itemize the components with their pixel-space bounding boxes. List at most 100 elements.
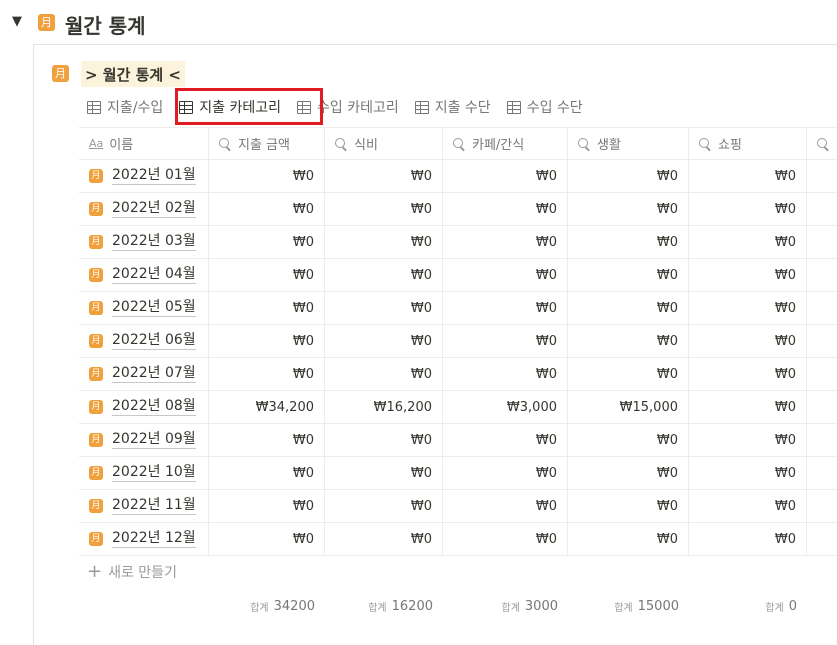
value-cell[interactable]: ₩0 bbox=[568, 226, 689, 258]
value-cell[interactable]: ₩0 bbox=[325, 325, 443, 357]
table-row[interactable]: 月 2022년 06월 ₩0 ₩0 ₩0 ₩0 ₩0 bbox=[79, 325, 837, 358]
value-cell[interactable]: ₩0 bbox=[568, 160, 689, 192]
table-row[interactable]: 月 2022년 12월 ₩0 ₩0 ₩0 ₩0 ₩0 bbox=[79, 523, 837, 556]
table-row[interactable]: 月 2022년 10월 ₩0 ₩0 ₩0 ₩0 ₩0 bbox=[79, 457, 837, 490]
value-cell[interactable]: ₩15,000 bbox=[568, 391, 689, 423]
value-cell[interactable]: ₩0 bbox=[209, 424, 325, 456]
row-title[interactable]: 2022년 05월 bbox=[112, 299, 196, 317]
value-cell[interactable]: ₩0 bbox=[209, 292, 325, 324]
row-name-cell[interactable]: 月 2022년 07월 bbox=[79, 358, 209, 390]
value-cell[interactable]: ₩0 bbox=[568, 325, 689, 357]
row-name-cell[interactable]: 月 2022년 10월 bbox=[79, 457, 209, 489]
table-row[interactable]: 月 2022년 05월 ₩0 ₩0 ₩0 ₩0 ₩0 bbox=[79, 292, 837, 325]
value-cell[interactable]: ₩0 bbox=[689, 523, 807, 555]
value-cell[interactable]: ₩0 bbox=[689, 457, 807, 489]
row-name-cell[interactable]: 月 2022년 04월 bbox=[79, 259, 209, 291]
value-cell[interactable]: ₩0 bbox=[443, 325, 568, 357]
column-header-truncated[interactable] bbox=[807, 128, 837, 159]
value-cell[interactable]: ₩0 bbox=[325, 292, 443, 324]
value-cell[interactable]: ₩0 bbox=[689, 193, 807, 225]
collapse-toggle-icon[interactable]: ▼ bbox=[12, 14, 22, 29]
column-header-expense-total[interactable]: 지출 금액 bbox=[209, 128, 325, 159]
new-row-button[interactable]: + 새로 만들기 bbox=[87, 562, 177, 582]
value-cell[interactable]: ₩0 bbox=[443, 457, 568, 489]
value-cell[interactable]: ₩0 bbox=[209, 226, 325, 258]
value-cell[interactable]: ₩0 bbox=[209, 523, 325, 555]
value-cell[interactable]: ₩0 bbox=[325, 424, 443, 456]
value-cell-truncated[interactable] bbox=[807, 457, 837, 489]
value-cell[interactable]: ₩0 bbox=[689, 226, 807, 258]
value-cell[interactable]: ₩0 bbox=[325, 259, 443, 291]
value-cell[interactable]: ₩0 bbox=[325, 160, 443, 192]
column-header-cafe-snack[interactable]: 카페/간식 bbox=[443, 128, 568, 159]
row-title[interactable]: 2022년 12월 bbox=[112, 530, 196, 548]
table-row[interactable]: 月 2022년 02월 ₩0 ₩0 ₩0 ₩0 ₩0 bbox=[79, 193, 837, 226]
row-name-cell[interactable]: 月 2022년 06월 bbox=[79, 325, 209, 357]
summary-cell[interactable]: 합계 15000 bbox=[568, 594, 689, 618]
row-name-cell[interactable]: 月 2022년 05월 bbox=[79, 292, 209, 324]
row-title[interactable]: 2022년 01월 bbox=[112, 167, 196, 185]
tab-income-expense[interactable]: 지출/수입 bbox=[87, 96, 163, 118]
row-name-cell[interactable]: 月 2022년 01월 bbox=[79, 160, 209, 192]
value-cell[interactable]: ₩0 bbox=[568, 193, 689, 225]
value-cell[interactable]: ₩0 bbox=[325, 226, 443, 258]
value-cell[interactable]: ₩0 bbox=[568, 457, 689, 489]
value-cell[interactable]: ₩0 bbox=[443, 523, 568, 555]
value-cell[interactable]: ₩0 bbox=[689, 490, 807, 522]
value-cell[interactable]: ₩0 bbox=[209, 259, 325, 291]
column-header-food[interactable]: 식비 bbox=[325, 128, 443, 159]
value-cell-truncated[interactable] bbox=[807, 292, 837, 324]
column-header-living[interactable]: 생활 bbox=[568, 128, 689, 159]
table-row[interactable]: 月 2022년 01월 ₩0 ₩0 ₩0 ₩0 ₩0 bbox=[79, 160, 837, 193]
value-cell[interactable]: ₩0 bbox=[689, 160, 807, 192]
summary-cell[interactable]: 합계 16200 bbox=[325, 594, 443, 618]
row-name-cell[interactable]: 月 2022년 12월 bbox=[79, 523, 209, 555]
value-cell-truncated[interactable] bbox=[807, 193, 837, 225]
value-cell-truncated[interactable] bbox=[807, 424, 837, 456]
value-cell[interactable]: ₩0 bbox=[568, 490, 689, 522]
database-title-highlight[interactable]: > 월간 통계 < bbox=[81, 61, 186, 87]
row-title[interactable]: 2022년 03월 bbox=[112, 233, 196, 251]
row-title[interactable]: 2022년 06월 bbox=[112, 332, 196, 350]
row-title[interactable]: 2022년 02월 bbox=[112, 200, 196, 218]
value-cell[interactable]: ₩0 bbox=[443, 490, 568, 522]
row-name-cell[interactable]: 月 2022년 09월 bbox=[79, 424, 209, 456]
row-title[interactable]: 2022년 10월 bbox=[112, 464, 196, 482]
row-name-cell[interactable]: 月 2022년 03월 bbox=[79, 226, 209, 258]
summary-cell[interactable]: 합계 0 bbox=[689, 594, 807, 618]
value-cell[interactable]: ₩0 bbox=[443, 226, 568, 258]
row-title[interactable]: 2022년 07월 bbox=[112, 365, 196, 383]
value-cell[interactable]: ₩0 bbox=[568, 259, 689, 291]
value-cell[interactable]: ₩0 bbox=[443, 259, 568, 291]
value-cell-truncated[interactable] bbox=[807, 160, 837, 192]
value-cell[interactable]: ₩0 bbox=[325, 490, 443, 522]
value-cell[interactable]: ₩0 bbox=[689, 325, 807, 357]
column-header-shopping[interactable]: 쇼핑 bbox=[689, 128, 807, 159]
value-cell-truncated[interactable] bbox=[807, 391, 837, 423]
summary-cell[interactable]: 합계 34200 bbox=[209, 594, 325, 618]
table-row[interactable]: 月 2022년 09월 ₩0 ₩0 ₩0 ₩0 ₩0 bbox=[79, 424, 837, 457]
value-cell[interactable]: ₩0 bbox=[209, 193, 325, 225]
value-cell[interactable]: ₩0 bbox=[325, 523, 443, 555]
row-title[interactable]: 2022년 08월 bbox=[112, 398, 196, 416]
table-row[interactable]: 月 2022년 04월 ₩0 ₩0 ₩0 ₩0 ₩0 bbox=[79, 259, 837, 292]
value-cell[interactable]: ₩0 bbox=[443, 193, 568, 225]
value-cell[interactable]: ₩0 bbox=[209, 325, 325, 357]
value-cell[interactable]: ₩0 bbox=[689, 424, 807, 456]
row-title[interactable]: 2022년 11월 bbox=[112, 497, 196, 515]
row-name-cell[interactable]: 月 2022년 11월 bbox=[79, 490, 209, 522]
row-title[interactable]: 2022년 04월 bbox=[112, 266, 196, 284]
table-row[interactable]: 月 2022년 11월 ₩0 ₩0 ₩0 ₩0 ₩0 bbox=[79, 490, 837, 523]
value-cell[interactable]: ₩0 bbox=[325, 358, 443, 390]
row-title[interactable]: 2022년 09월 bbox=[112, 431, 196, 449]
value-cell[interactable]: ₩0 bbox=[209, 358, 325, 390]
value-cell-truncated[interactable] bbox=[807, 490, 837, 522]
value-cell-truncated[interactable] bbox=[807, 523, 837, 555]
value-cell[interactable]: ₩0 bbox=[568, 292, 689, 324]
value-cell-truncated[interactable] bbox=[807, 325, 837, 357]
summary-cell[interactable]: 합계 3000 bbox=[443, 594, 568, 618]
value-cell[interactable]: ₩0 bbox=[325, 457, 443, 489]
value-cell-truncated[interactable] bbox=[807, 226, 837, 258]
value-cell[interactable]: ₩0 bbox=[443, 358, 568, 390]
value-cell[interactable]: ₩0 bbox=[443, 160, 568, 192]
